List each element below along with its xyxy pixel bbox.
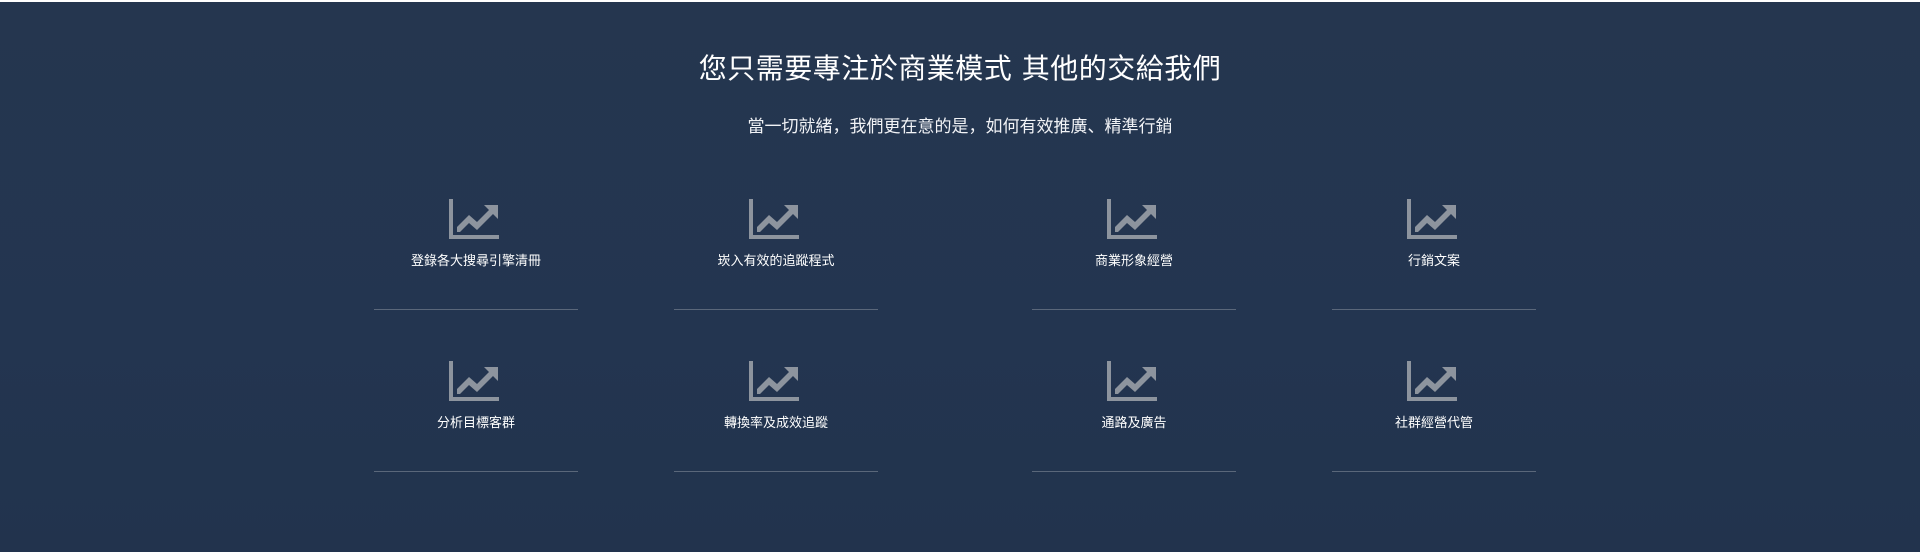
feature-label: 通路及廣告 xyxy=(1101,416,1167,431)
feature-item: 分析目標客群 xyxy=(374,359,578,472)
area-chart-icon xyxy=(749,197,803,239)
feature-item: 登錄各大搜尋引擎清冊 xyxy=(374,197,578,310)
feature-item: 通路及廣告 xyxy=(1032,359,1236,472)
feature-label: 轉換率及成效追蹤 xyxy=(723,416,828,431)
feature-item: 崁入有效的追蹤程式 xyxy=(674,197,878,310)
area-chart-icon xyxy=(1407,197,1461,239)
feature-item: 轉換率及成效追蹤 xyxy=(674,359,878,472)
feature-grid: 登錄各大搜尋引擎清冊 崁入有效的追蹤程式 商業形象經營 行銷文案 分析目標客群 xyxy=(0,2,1920,552)
area-chart-icon xyxy=(1107,197,1161,239)
feature-item: 商業形象經營 xyxy=(1032,197,1236,310)
feature-label: 分析目標客群 xyxy=(436,416,515,431)
area-chart-icon xyxy=(449,197,503,239)
area-chart-icon xyxy=(449,359,503,401)
feature-item: 行銷文案 xyxy=(1332,197,1536,310)
services-section: 您只需要專注於商業模式 其他的交給我們 當一切就緒，我們更在意的是，如何有效推廣… xyxy=(0,2,1920,552)
area-chart-icon xyxy=(749,359,803,401)
feature-label: 社群經營代管 xyxy=(1394,416,1473,431)
feature-label: 崁入有效的追蹤程式 xyxy=(717,254,835,269)
feature-label: 登錄各大搜尋引擎清冊 xyxy=(410,254,541,269)
feature-item: 社群經營代管 xyxy=(1332,359,1536,472)
area-chart-icon xyxy=(1107,359,1161,401)
feature-label: 商業形象經營 xyxy=(1094,254,1173,269)
feature-label: 行銷文案 xyxy=(1407,254,1460,269)
area-chart-icon xyxy=(1407,359,1461,401)
